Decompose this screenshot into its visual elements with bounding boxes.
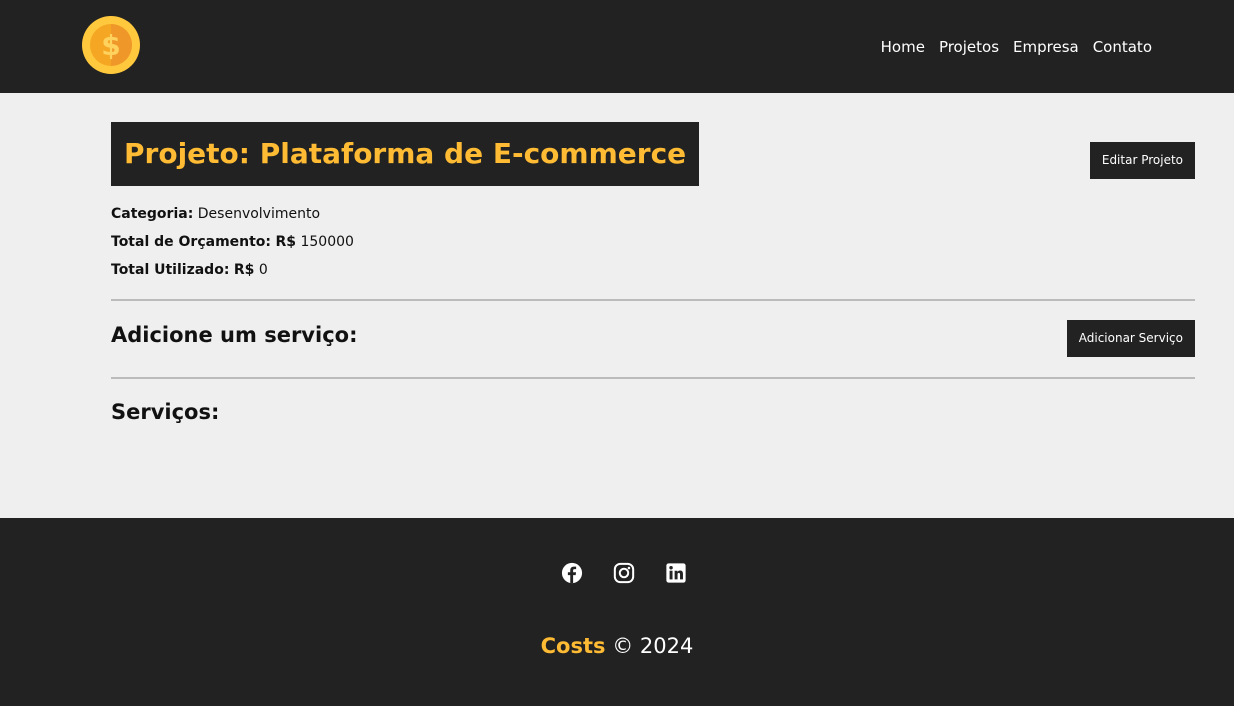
category-label: Categoria: — [111, 206, 194, 222]
linkedin-icon[interactable] — [665, 562, 687, 584]
copyright: Costs © 2024 — [0, 634, 1234, 658]
category-value: Desenvolvimento — [197, 206, 321, 222]
services-heading: Serviços: — [111, 400, 220, 424]
category-row: Categoria: Desenvolvimento — [111, 200, 354, 228]
footer: Costs © 2024 — [0, 518, 1234, 706]
project-info: Categoria: Desenvolvimento Total de Orça… — [111, 200, 354, 284]
add-service-heading: Adicione um serviço: — [111, 323, 358, 347]
used-currency: R$ — [233, 262, 255, 278]
budget-label: Total de Orçamento: — [111, 234, 272, 250]
copyright-text: © 2024 — [612, 634, 694, 658]
project-title: Projeto: Plataforma de E-commerce — [111, 122, 700, 186]
navbar: $ Home Projetos Empresa Contato — [0, 0, 1234, 93]
instagram-icon[interactable] — [613, 562, 635, 584]
add-service-button[interactable]: Adicionar Serviço — [1066, 320, 1195, 357]
nav-link-contato[interactable]: Contato — [1093, 37, 1152, 57]
budget-currency: R$ — [275, 234, 297, 250]
svg-text:$: $ — [101, 29, 120, 62]
project-details: Projeto: Plataforma de E-commerce Editar… — [0, 93, 1234, 518]
coin-dollar-icon[interactable]: $ — [81, 15, 141, 75]
divider — [111, 377, 1195, 379]
budget-value: 150000 — [300, 234, 354, 250]
nav-link-home[interactable]: Home — [881, 37, 925, 57]
used-row: Total Utilizado: R$ 0 — [111, 256, 354, 284]
footer-brand: Costs — [540, 634, 606, 658]
social-links — [561, 562, 687, 584]
used-value: 0 — [258, 262, 268, 278]
used-label: Total Utilizado: — [111, 262, 230, 278]
facebook-icon[interactable] — [561, 562, 583, 584]
nav-links: Home Projetos Empresa Contato — [867, 37, 1152, 57]
budget-row: Total de Orçamento: R$ 150000 — [111, 228, 354, 256]
nav-link-projetos[interactable]: Projetos — [939, 37, 999, 57]
edit-project-button[interactable]: Editar Projeto — [1089, 142, 1195, 179]
nav-link-empresa[interactable]: Empresa — [1013, 37, 1079, 57]
divider — [111, 299, 1195, 301]
